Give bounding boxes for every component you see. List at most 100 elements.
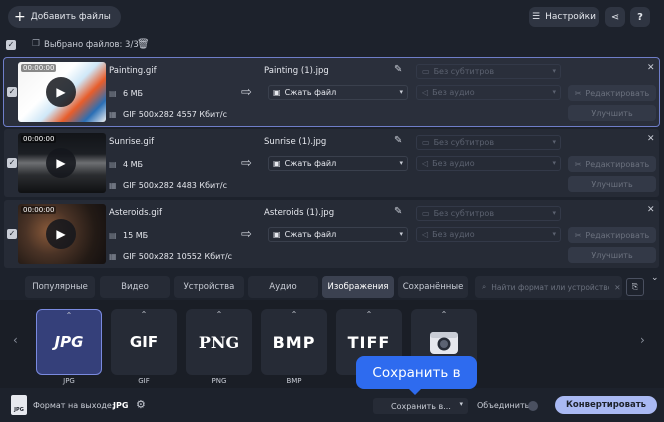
- convert-button[interactable]: Конвертировать: [555, 396, 657, 414]
- search-input[interactable]: [491, 282, 610, 292]
- chevron-right-icon[interactable]: ›: [640, 333, 645, 347]
- format-label: PNG: [211, 377, 227, 385]
- file-row[interactable]: ✓ 00:00:00 ▶ Sunrise.gif ▤ 4 МБ ▦ GIF 50…: [4, 129, 659, 197]
- format-jpg[interactable]: ⌃ JPG: [36, 309, 102, 375]
- selection-bar: ✓ ❐ Выбрано файлов: 3/3 🗑: [0, 36, 664, 54]
- output-file-name: Sunrise (1).jpg: [264, 137, 327, 147]
- compress-dropdown[interactable]: ▣ Сжать файл ▾: [268, 156, 408, 171]
- format-gif[interactable]: ⌃ GIF: [111, 309, 177, 375]
- subtitles-icon: ▭: [422, 209, 430, 218]
- compress-dropdown[interactable]: ▣ Сжать файл ▾: [268, 85, 408, 100]
- formats-panel: ‹ ⌃ JPG JPG ⌃ GIF GIF ⌃ PNG PNG ⌃ BMP BM…: [0, 300, 664, 388]
- device-detect-button[interactable]: ⎘: [626, 278, 644, 296]
- subtitles-label: Без субтитров: [433, 138, 495, 147]
- enhance-label: Улучшить: [591, 179, 633, 189]
- audio-label: Без аудио: [432, 230, 475, 239]
- play-icon[interactable]: ▶: [46, 148, 76, 178]
- edit-label: Редактировать: [585, 159, 650, 169]
- tab-video[interactable]: Видео: [100, 276, 170, 298]
- top-toolbar: + Добавить файлы ☰ Настройки ⋖ ?: [0, 0, 664, 34]
- trash-icon[interactable]: 🗑: [137, 39, 150, 50]
- tab-images[interactable]: Изображения: [322, 276, 394, 298]
- file-checkbox[interactable]: ✓: [7, 229, 17, 239]
- pencil-icon[interactable]: ✎: [394, 135, 402, 146]
- file-thumbnail[interactable]: 00:00:00 ▶: [18, 204, 106, 264]
- chevron-down-icon: ▾: [399, 230, 403, 238]
- convert-arrow-icon: ⇨: [241, 85, 252, 100]
- audio-dropdown[interactable]: ◁ Без аудио ▾: [416, 85, 561, 100]
- play-icon[interactable]: ▶: [46, 219, 76, 249]
- settings-button[interactable]: ☰ Настройки: [529, 7, 599, 27]
- duration-label: 00:00:00: [21, 64, 57, 72]
- file-size: 6 МБ: [123, 89, 144, 98]
- close-icon[interactable]: ✕: [647, 205, 655, 215]
- subtitles-dropdown[interactable]: ▭ Без субтитров ▾: [416, 135, 561, 150]
- file-checkbox[interactable]: ✓: [7, 87, 17, 97]
- gear-icon[interactable]: ⚙: [136, 398, 146, 411]
- tab-audio[interactable]: Аудио: [248, 276, 318, 298]
- output-file-name: Asteroids (1).jpg: [264, 208, 335, 218]
- chevron-up-icon: ⌃: [65, 311, 73, 320]
- pencil-icon[interactable]: ✎: [394, 64, 402, 75]
- audio-dropdown[interactable]: ◁ Без аудио ▾: [416, 227, 561, 242]
- select-all-checkbox[interactable]: ✓: [6, 40, 16, 50]
- subtitles-label: Без субтитров: [433, 67, 495, 76]
- format-tabs: Популярные Видео Устройства Аудио Изобра…: [0, 273, 664, 299]
- search-icon: ⌕: [482, 282, 487, 291]
- file-thumbnail[interactable]: 00:00:00 ▶: [18, 62, 106, 122]
- close-icon[interactable]: ✕: [647, 134, 655, 144]
- edit-label: Редактировать: [585, 88, 650, 98]
- audio-label: Без аудио: [432, 159, 475, 168]
- audio-label: Без аудио: [432, 88, 475, 97]
- tab-saved[interactable]: Сохранённые: [398, 276, 468, 298]
- edit-button[interactable]: ✂ Редактировать: [568, 85, 656, 101]
- add-files-button[interactable]: + Добавить файлы: [8, 6, 121, 28]
- enhance-button[interactable]: Улучшить: [568, 176, 656, 192]
- save-to-tooltip: Сохранить в: [356, 356, 477, 389]
- edit-button[interactable]: ✂ Редактировать: [568, 156, 656, 172]
- compress-dropdown[interactable]: ▣ Сжать файл ▾: [268, 227, 408, 242]
- format-bmp[interactable]: ⌃ BMP: [261, 309, 327, 375]
- settings-label: Настройки: [545, 12, 596, 22]
- file-info: GIF 500x282 4557 Кбит/с: [123, 110, 227, 119]
- audio-dropdown[interactable]: ◁ Без аудио ▾: [416, 156, 561, 171]
- enhance-button[interactable]: Улучшить: [568, 105, 656, 121]
- merge-toggle[interactable]: [528, 401, 538, 411]
- chevron-up-icon: ⌃: [140, 310, 148, 319]
- file-thumbnail[interactable]: 00:00:00 ▶: [18, 133, 106, 193]
- tab-popular[interactable]: Популярные: [25, 276, 95, 298]
- file-checkbox[interactable]: ✓: [7, 158, 17, 168]
- enhance-button[interactable]: Улучшить: [568, 247, 656, 263]
- image-icon: ▦: [109, 181, 117, 190]
- file-info: GIF 500x282 4483 Кбит/с: [123, 181, 227, 190]
- save-to-dropdown[interactable]: Сохранить в... ▾: [373, 398, 468, 414]
- compress-label: Сжать файл: [284, 88, 337, 97]
- file-row[interactable]: ✓ 00:00:00 ▶ Asteroids.gif ▤ 15 МБ ▦ GIF…: [4, 200, 659, 268]
- help-button[interactable]: ?: [630, 7, 650, 27]
- speaker-icon: ◁: [422, 159, 429, 168]
- chevron-left-icon[interactable]: ‹: [13, 333, 18, 347]
- play-icon[interactable]: ▶: [46, 77, 76, 107]
- clear-icon[interactable]: ✕: [614, 283, 620, 292]
- compress-icon: ▣: [273, 88, 281, 97]
- sliders-icon: ☰: [532, 12, 541, 22]
- subtitles-dropdown[interactable]: ▭ Без субтитров ▾: [416, 64, 561, 79]
- png-icon: PNG: [198, 332, 240, 352]
- pencil-icon[interactable]: ✎: [394, 206, 402, 217]
- compress-icon: ▣: [273, 159, 281, 168]
- edit-button[interactable]: ✂ Редактировать: [568, 227, 656, 243]
- format-search[interactable]: ⌕ ✕: [475, 276, 622, 298]
- bottom-bar: JPG Формат на выходе: JPG ⚙ Сохранить в.…: [0, 388, 664, 422]
- duration-label: 00:00:00: [21, 135, 57, 143]
- share-icon: ⋖: [610, 11, 620, 23]
- tab-devices[interactable]: Устройства: [174, 276, 244, 298]
- file-row[interactable]: ✓ 00:00:00 ▶ Painting.gif ▤ 6 МБ ▦ GIF 5…: [3, 57, 660, 127]
- format-png[interactable]: ⌃ PNG: [186, 309, 252, 375]
- close-icon[interactable]: ✕: [647, 63, 655, 73]
- edit-label: Редактировать: [585, 230, 650, 240]
- folder-icon: ▤: [109, 231, 117, 240]
- format-label: JPG: [63, 377, 75, 385]
- file-info: GIF 500x282 10552 Кбит/с: [123, 252, 233, 261]
- subtitles-dropdown[interactable]: ▭ Без субтитров ▾: [416, 206, 561, 221]
- share-button[interactable]: ⋖: [605, 7, 625, 27]
